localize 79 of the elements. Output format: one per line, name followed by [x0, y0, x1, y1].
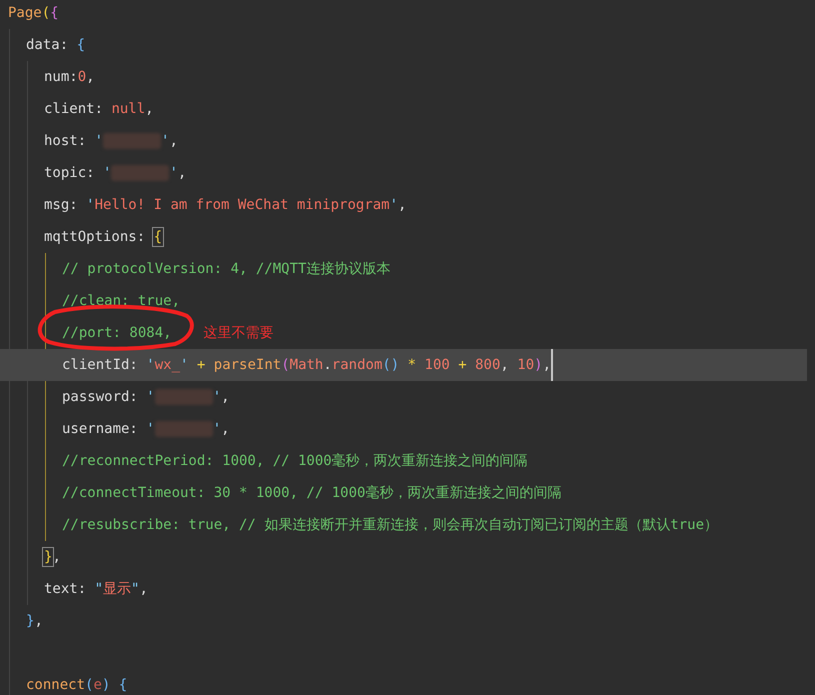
code-comment: //port: 8084,	[62, 325, 172, 341]
code-text: ,	[542, 357, 552, 373]
code-text: ,	[221, 389, 230, 405]
quote-mark: '	[146, 357, 155, 373]
code-text: ,	[86, 69, 95, 85]
punctuation: {	[118, 677, 128, 693]
number-literal: 100	[424, 357, 450, 373]
annotation-text: 这里不需要	[204, 324, 274, 342]
code-text: .	[323, 357, 332, 373]
keyword: null	[111, 101, 146, 117]
string-literal: wx_	[154, 357, 180, 373]
quote-mark: '	[212, 389, 222, 405]
code-comment: // protocolVersion: 4, //MQTT连接协议版本	[62, 260, 390, 278]
quote-mark: '	[146, 389, 155, 405]
code-text: text:	[44, 581, 88, 597]
quote-mark: "	[94, 581, 104, 597]
punctuation: )	[102, 677, 112, 693]
quote-mark: '	[86, 197, 95, 213]
identifier: Math	[290, 357, 324, 373]
code-comment: //resubscribe: true, // 如果连接断开并重新连接，则会再次自动订阅已订阅的主题（默认true）	[62, 516, 718, 534]
matched-bracket: }	[44, 549, 52, 565]
code-text: data:	[26, 37, 70, 53]
redacted-blur	[154, 389, 213, 405]
parameter: e	[93, 677, 102, 693]
quote-mark: '	[169, 165, 178, 181]
bracket: (	[42, 5, 50, 21]
code-text: msg:	[44, 197, 79, 213]
punctuation: (	[85, 677, 94, 693]
number-literal: 10	[517, 357, 534, 373]
operator: +	[196, 357, 206, 373]
code-comment: //clean: true,	[62, 293, 180, 309]
code-text: password:	[62, 389, 139, 405]
quote-mark: '	[390, 197, 398, 213]
punctuation: }	[26, 613, 34, 629]
code-text: ,	[221, 421, 230, 437]
string-literal: 显示	[103, 580, 132, 598]
code-text: ,	[145, 101, 154, 117]
code-text: ,	[34, 613, 43, 629]
text-cursor	[551, 349, 554, 381]
quote-mark: '	[161, 133, 170, 149]
bracket: )	[534, 357, 543, 373]
quote-mark: '	[146, 421, 155, 437]
code-text: ,	[169, 133, 178, 149]
code-text: ,	[52, 549, 61, 565]
code-text: ,	[178, 165, 186, 181]
function-name: connect	[26, 677, 86, 693]
identifier: random	[332, 357, 382, 373]
quote-mark: "	[131, 581, 140, 597]
code-text: ,	[139, 581, 148, 597]
code-text: ,	[398, 197, 406, 213]
code-text: username:	[62, 421, 139, 437]
code-comment: //connectTimeout: 30 * 1000, // 1000毫秒，两次重新连接之间的间隔	[62, 484, 562, 502]
code-text: host:	[44, 133, 88, 149]
code-text: ,	[500, 357, 510, 373]
function-name: parseInt	[214, 357, 282, 373]
number-literal: 800	[475, 357, 500, 373]
code-comment: //reconnectPeriod: 1000, // 1000毫秒，两次重新连接之间的间隔	[62, 452, 528, 470]
matched-bracket: {	[154, 229, 162, 245]
code-text: mqttOptions:	[44, 229, 146, 245]
operator: +	[457, 357, 468, 373]
string-literal: Hello! I am from WeChat miniprogram	[94, 197, 390, 213]
quote-mark: '	[94, 133, 104, 149]
bracket: {	[50, 5, 59, 21]
code-text: clientId:	[62, 357, 139, 373]
redacted-blur	[103, 133, 162, 149]
quote-mark: '	[103, 165, 112, 181]
punctuation: {	[76, 37, 86, 53]
quote-mark: '	[212, 421, 222, 437]
redacted-blur	[111, 165, 170, 181]
code-text: num:	[44, 69, 78, 85]
function-name: Page	[8, 5, 42, 21]
bracket: (	[281, 357, 290, 373]
quote-mark: '	[180, 357, 188, 373]
code-text: client:	[44, 101, 104, 117]
redacted-blur	[154, 421, 213, 437]
number-literal: 0	[78, 69, 86, 85]
operator: *	[406, 357, 418, 373]
code-text: topic:	[44, 165, 96, 181]
punctuation: ()	[382, 357, 400, 373]
